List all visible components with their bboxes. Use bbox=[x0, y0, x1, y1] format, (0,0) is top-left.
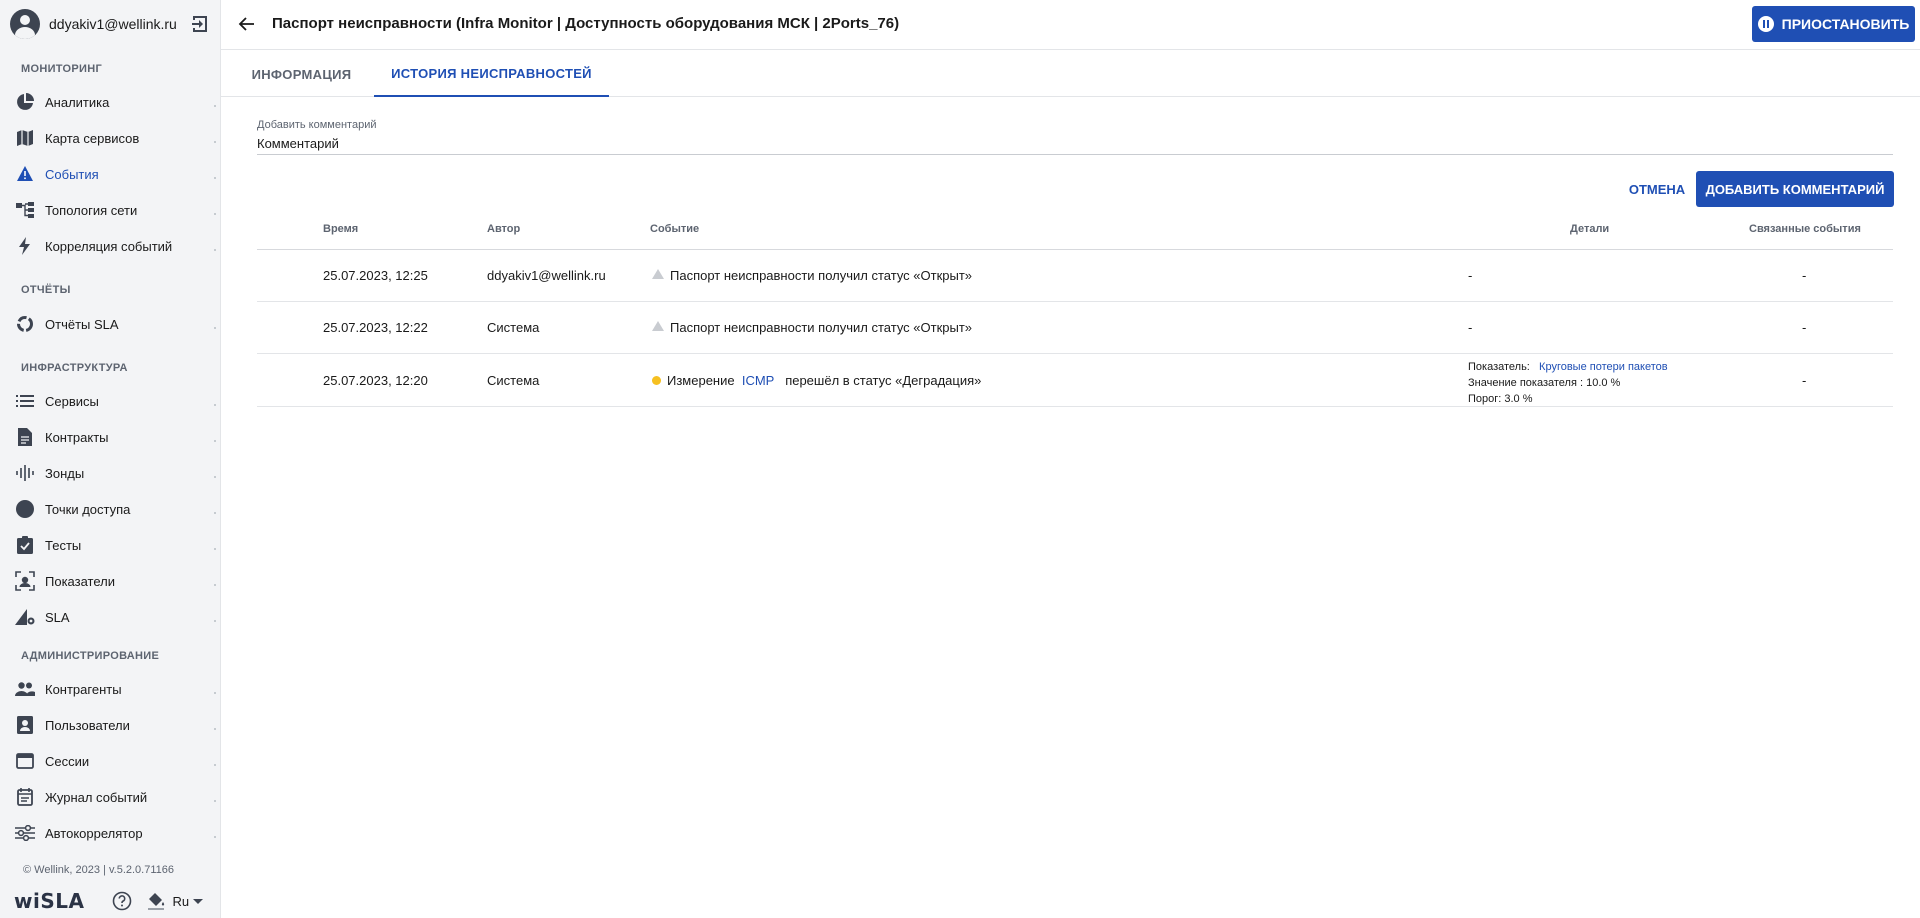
cell-related: - bbox=[1802, 268, 1807, 283]
chevron-down-icon bbox=[193, 898, 204, 904]
sidebar-item-event-log[interactable]: Журнал событий bbox=[0, 780, 221, 814]
add-comment-button[interactable]: ДОБАВИТЬ КОММЕНТАРИЙ bbox=[1696, 171, 1894, 207]
cell-details: Показатель: Круговые потери пакетов Знач… bbox=[1468, 359, 1668, 407]
column-time[interactable]: Время bbox=[323, 223, 358, 235]
calendar-list-icon bbox=[15, 787, 35, 807]
section-reports: ОТЧЁТЫ bbox=[21, 284, 71, 296]
cancel-button[interactable]: ОТМЕНА bbox=[1622, 171, 1692, 207]
paint-bucket-icon[interactable] bbox=[146, 891, 166, 911]
history-table: Время Автор Событие Детали Связанные соб… bbox=[257, 210, 1893, 407]
people-icon bbox=[15, 679, 35, 699]
sidebar-item-events[interactable]: События bbox=[0, 157, 221, 191]
cell-details: - bbox=[1468, 320, 1473, 335]
metric-link[interactable]: Круговые потери пакетов bbox=[1539, 361, 1668, 373]
section-infrastructure: ИНФРАСТРУКТУРА bbox=[21, 362, 128, 374]
sidebar-item-sessions[interactable]: Сессии bbox=[0, 744, 221, 778]
user-card-icon bbox=[15, 715, 35, 735]
sidebar-item-users[interactable]: Пользователи bbox=[0, 708, 221, 742]
help-icon[interactable] bbox=[112, 891, 132, 911]
section-monitoring: МОНИТОРИНГ bbox=[21, 63, 102, 75]
metric-label: Показатель: bbox=[1468, 361, 1530, 373]
cell-event: Паспорт неисправности получил статус «От… bbox=[652, 268, 972, 283]
cell-author: Система bbox=[487, 373, 540, 388]
pause-button[interactable]: ПРИОСТАНОВИТЬ bbox=[1752, 6, 1915, 42]
clipboard-check-icon bbox=[15, 535, 35, 555]
tab-bar: ИНФОРМАЦИЯ ИСТОРИЯ НЕИСПРАВНОСТЕЙ bbox=[221, 51, 1920, 97]
warning-icon bbox=[652, 269, 664, 279]
sidebar-item-tests[interactable]: Тесты bbox=[0, 528, 221, 562]
column-author[interactable]: Автор bbox=[487, 223, 520, 235]
circle-icon bbox=[15, 499, 35, 519]
pause-icon bbox=[1757, 16, 1774, 32]
sidebar-item-service-map[interactable]: Карта сервисов bbox=[0, 121, 221, 155]
user-email: ddyakiv1@wellink.ru bbox=[49, 16, 177, 32]
section-administration: АДМИНИСТРИРОВАНИЕ bbox=[21, 650, 160, 662]
sidebar-item-sla-reports[interactable]: Отчёты SLA bbox=[0, 307, 221, 341]
list-icon bbox=[15, 391, 35, 411]
footer-copyright: © Wellink, 2023 | v.5.2.0.71166 bbox=[23, 864, 174, 876]
metric-value: Значение показателя : 10.0 % bbox=[1468, 377, 1621, 389]
page-title: Паспорт неисправности (Infra Monitor | Д… bbox=[272, 15, 900, 32]
warning-icon bbox=[652, 321, 664, 331]
sidebar-item-sla[interactable]: SLA bbox=[0, 600, 221, 634]
column-details[interactable]: Детали bbox=[1570, 223, 1609, 235]
sidebar: ddyakiv1@wellink.ru МОНИТОРИНГ Аналитика… bbox=[0, 0, 221, 918]
avatar bbox=[10, 9, 40, 39]
cell-time: 25.07.2023, 12:22 bbox=[323, 320, 428, 335]
measurement-link[interactable]: ICMP bbox=[742, 373, 775, 388]
map-icon bbox=[15, 128, 35, 148]
sidebar-item-services[interactable]: Сервисы bbox=[0, 384, 221, 418]
sidebar-item-event-correlation[interactable]: Корреляция событий bbox=[0, 229, 221, 263]
sidebar-item-autocorrelator[interactable]: Автокоррелятор bbox=[0, 816, 221, 850]
degradation-status-icon bbox=[652, 376, 661, 385]
sidebar-item-contracts[interactable]: Контракты bbox=[0, 420, 221, 454]
logout-icon[interactable] bbox=[191, 15, 209, 33]
sidebar-item-counterparties[interactable]: Контрагенты bbox=[0, 672, 221, 706]
table-row: 25.07.2023, 12:25 ddyakiv1@wellink.ru Па… bbox=[257, 250, 1893, 302]
waveform-icon bbox=[15, 463, 35, 483]
sla-icon bbox=[15, 607, 35, 627]
column-related-events[interactable]: Связанные события bbox=[1749, 223, 1861, 235]
cell-related: - bbox=[1802, 373, 1807, 388]
sidebar-item-probes[interactable]: Зонды bbox=[0, 456, 221, 490]
comment-input[interactable] bbox=[257, 133, 1893, 155]
metric-threshold: Порог: 3.0 % bbox=[1468, 393, 1533, 405]
cell-time: 25.07.2023, 12:20 bbox=[323, 373, 428, 388]
cell-time: 25.07.2023, 12:25 bbox=[323, 268, 428, 283]
table-header: Время Автор Событие Детали Связанные соб… bbox=[257, 210, 1893, 250]
cell-event: Измерение ICMP перешёл в статус «Деграда… bbox=[652, 373, 981, 388]
document-icon bbox=[15, 427, 35, 447]
cell-author: Система bbox=[487, 320, 540, 335]
table-row: 25.07.2023, 12:22 Система Паспорт неиспр… bbox=[257, 302, 1893, 354]
tab-info[interactable]: ИНФОРМАЦИЯ bbox=[231, 51, 372, 97]
lightning-icon bbox=[15, 236, 35, 256]
scan-icon bbox=[15, 571, 35, 591]
cell-event: Паспорт неисправности получил статус «От… bbox=[652, 320, 972, 335]
user-profile[interactable]: ddyakiv1@wellink.ru bbox=[10, 9, 210, 39]
browser-window-icon bbox=[15, 751, 35, 771]
sidebar-item-metrics[interactable]: Показатели bbox=[0, 564, 221, 598]
sidebar-item-network-topology[interactable]: Топология сети bbox=[0, 193, 221, 227]
pie-chart-icon bbox=[15, 92, 35, 112]
warning-icon bbox=[15, 164, 35, 184]
column-event[interactable]: Событие bbox=[650, 223, 699, 235]
page-header: Паспорт неисправности (Infra Monitor | Д… bbox=[221, 0, 1920, 50]
cell-author: ddyakiv1@wellink.ru bbox=[487, 268, 606, 283]
arrow-back-icon[interactable] bbox=[237, 14, 257, 34]
topology-icon bbox=[15, 200, 35, 220]
language-selector[interactable]: Ru bbox=[172, 894, 204, 909]
comment-label: Добавить комментарий bbox=[257, 119, 377, 131]
cell-related: - bbox=[1802, 320, 1807, 335]
table-row: 25.07.2023, 12:20 Система Измерение ICMP… bbox=[257, 354, 1893, 407]
sidebar-footer: wiSLA Ru bbox=[14, 888, 214, 914]
sidebar-item-access-points[interactable]: Точки доступа bbox=[0, 492, 221, 526]
sidebar-item-analytics[interactable]: Аналитика bbox=[0, 85, 221, 119]
tab-history[interactable]: ИСТОРИЯ НЕИСПРАВНОСТЕЙ bbox=[374, 51, 609, 97]
sliders-icon bbox=[15, 823, 35, 843]
cell-details: - bbox=[1468, 268, 1473, 283]
logo: wiSLA bbox=[14, 889, 85, 913]
donut-chart-icon bbox=[15, 314, 35, 334]
